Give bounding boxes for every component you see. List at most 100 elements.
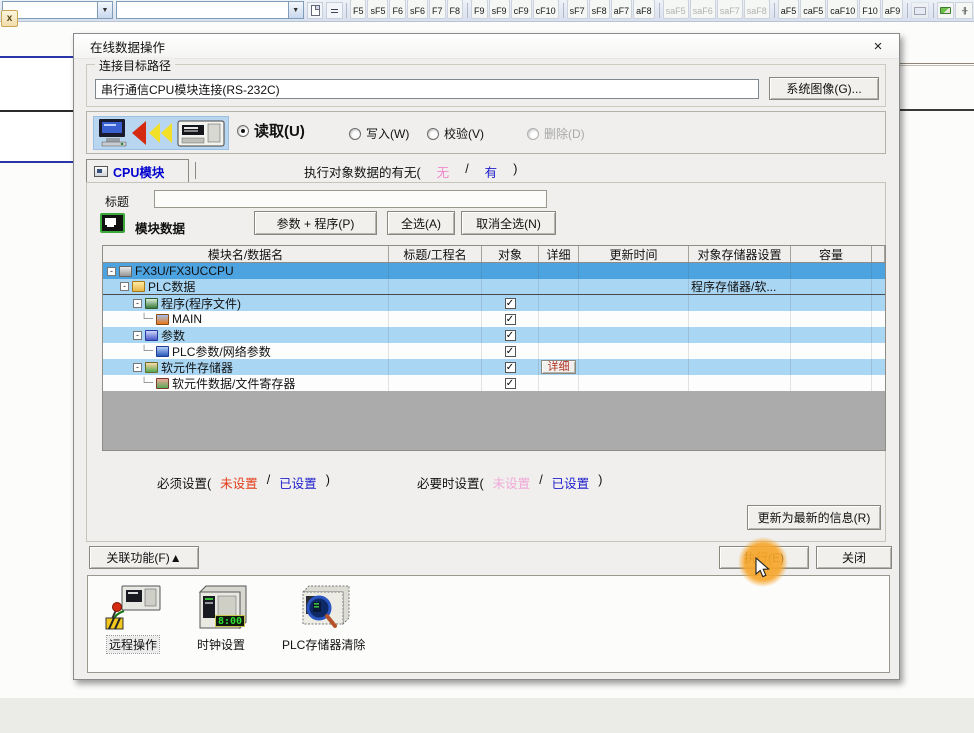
table-row-parameter[interactable]: - 参数 ✓ (103, 327, 885, 343)
column-header[interactable]: 容量 (791, 246, 872, 262)
select-all-button[interactable]: 全选(A) (387, 211, 455, 235)
keyboard-button[interactable] (911, 2, 929, 19)
table-row-program[interactable]: - 程序(程序文件) ✓ (103, 295, 885, 311)
radio-write[interactable]: 写入(W) (349, 125, 409, 142)
fkey-button-f10[interactable]: F10 (859, 0, 881, 19)
toolbar-combobox-1[interactable]: ▼ (2, 1, 113, 19)
expander-icon[interactable]: - (133, 299, 142, 308)
device-comment-button[interactable] (937, 2, 955, 19)
contact-icon: -||- (961, 6, 966, 15)
column-header[interactable]: 更新时间 (579, 246, 689, 262)
fkey-button-af5[interactable]: aF5 (778, 0, 800, 19)
connection-path-input[interactable] (95, 79, 759, 99)
toolbar-combobox-2[interactable]: ▼ (116, 1, 304, 19)
title-input[interactable] (154, 190, 547, 208)
radio-icon (349, 128, 361, 140)
plc-memory-clear-item[interactable]: PLC存储器清除 (280, 584, 367, 672)
detail-button[interactable]: 详细 (541, 360, 576, 374)
fkey-button-f5[interactable]: F5 (350, 0, 367, 19)
fkey-button-f7[interactable]: F7 (429, 0, 446, 19)
column-header[interactable]: 对象存储器设置 (689, 246, 791, 262)
fkey-button-cf10[interactable]: cF10 (533, 0, 559, 19)
table-row-plc-data[interactable]: - PLC数据 程序存储器/软... (103, 279, 885, 295)
system-image-button[interactable]: 系统图像(G)... (769, 77, 879, 100)
table-row-main[interactable]: └─ MAIN ✓ (103, 311, 885, 327)
column-header[interactable]: 对象 (482, 246, 539, 262)
tab-label: CPU模块 (113, 162, 164, 181)
radio-write-label: 写入(W) (366, 125, 409, 142)
param-program-button[interactable]: 参数 + 程序(P) (254, 211, 377, 235)
required-not-set: 未设置 (220, 473, 258, 492)
optional-label: 必要时设置( (417, 473, 484, 492)
table-row-plc-parameter[interactable]: └─ PLC参数/网络参数 ✓ (103, 343, 885, 359)
expander-icon[interactable]: - (133, 331, 142, 340)
fkey-button-f8[interactable]: F8 (447, 0, 464, 19)
chevron-down-icon[interactable]: ▼ (288, 2, 303, 18)
device-memory-icon (145, 362, 158, 373)
refresh-info-button[interactable]: 更新为最新的信息(R) (747, 505, 881, 530)
clock-setting-label: 时钟设置 (195, 636, 247, 653)
target-checkbox[interactable]: ✓ (505, 346, 516, 357)
clock-setting-item[interactable]: 8:00 时钟设置 (192, 584, 250, 672)
target-checkbox[interactable]: ✓ (505, 362, 516, 373)
fkey-button-sf8[interactable]: sF8 (589, 0, 610, 19)
new-page-button[interactable] (307, 2, 324, 19)
table-row-fx3u[interactable]: - FX3U/FX3UCCPU (103, 263, 885, 279)
module-data-table: 模块名/数据名 标题/工程名 对象 详细 更新时间 对象存储器设置 容量 - F… (102, 245, 886, 451)
device-data-icon (156, 378, 169, 389)
chevron-down-icon[interactable]: ▼ (97, 2, 112, 18)
fkey-button-sf7[interactable]: sF7 (567, 0, 588, 19)
tab-cpu-module[interactable]: CPU模块 (86, 159, 189, 182)
toolbar-separator (346, 3, 347, 18)
column-header[interactable]: 模块名/数据名 (103, 246, 389, 262)
ladder-rung-line (899, 63, 974, 66)
fkey-button-caf5[interactable]: caF5 (800, 0, 826, 19)
fkey-button-sf5[interactable]: sF5 (367, 0, 388, 19)
target-checkbox[interactable]: ✓ (505, 378, 516, 389)
deselect-all-button[interactable]: 取消全选(N) (461, 211, 556, 235)
target-checkbox[interactable]: ✓ (505, 298, 516, 309)
table-row-device-memory[interactable]: - 软元件存储器 ✓ 详细 (103, 359, 885, 375)
contact-button[interactable]: -||- (955, 2, 973, 19)
radio-read[interactable]: 读取(U) (237, 120, 305, 141)
fkey-button-saf8: saF8 (744, 0, 770, 19)
optional-not-set: 未设置 (493, 473, 531, 492)
ladder-rung-line (899, 109, 974, 111)
fkey-button-sf9[interactable]: sF9 (489, 0, 510, 19)
fkey-button-f6[interactable]: F6 (389, 0, 406, 19)
plc-memory-clear-label: PLC存储器清除 (280, 636, 367, 653)
remote-operation-item[interactable]: 远程操作 (104, 584, 162, 672)
target-checkbox[interactable]: ✓ (505, 330, 516, 341)
program-folder-icon (145, 298, 158, 309)
fkey-button-sf6[interactable]: sF6 (407, 0, 428, 19)
expander-icon[interactable]: - (133, 363, 142, 372)
dialog-titlebar[interactable]: 在线数据操作 × (74, 34, 899, 59)
expander-icon[interactable]: - (120, 282, 129, 291)
toolbar-separator (563, 3, 564, 18)
expander-icon[interactable]: - (107, 267, 116, 276)
column-header[interactable]: 详细 (539, 246, 579, 262)
toolbar-separator (907, 3, 908, 18)
target-memory-cell: 程序存储器/软... (689, 279, 791, 294)
toolbar-overflow-button[interactable] (326, 2, 343, 19)
fkey-button-caf10[interactable]: caF10 (827, 0, 858, 19)
target-data-status: 执行对象数据的有无( 无 / 有 ) (304, 162, 517, 181)
table-row-device-data[interactable]: └─ 软元件数据/文件寄存器 ✓ (103, 375, 885, 391)
editor-tab-close-button[interactable]: x (1, 10, 18, 27)
close-button[interactable]: 关闭 (816, 546, 892, 569)
radio-icon (427, 128, 439, 140)
tree-connector: └─ (141, 378, 153, 389)
fkey-button-cf9[interactable]: cF9 (511, 0, 532, 19)
fkey-button-af7[interactable]: aF7 (611, 0, 633, 19)
fkey-button-f9[interactable]: F9 (471, 0, 488, 19)
radio-verify[interactable]: 校验(V) (427, 125, 484, 142)
separator: / (267, 473, 270, 492)
radio-verify-label: 校验(V) (444, 125, 484, 142)
fkey-button-af8[interactable]: aF8 (633, 0, 655, 19)
fkey-button-af9[interactable]: aF9 (882, 0, 904, 19)
fkey-button-saf6: saF6 (690, 0, 716, 19)
close-icon[interactable]: × (865, 38, 891, 55)
target-checkbox[interactable]: ✓ (505, 314, 516, 325)
column-header[interactable]: 标题/工程名 (389, 246, 482, 262)
related-functions-button[interactable]: 关联功能(F)▲ (89, 546, 199, 569)
